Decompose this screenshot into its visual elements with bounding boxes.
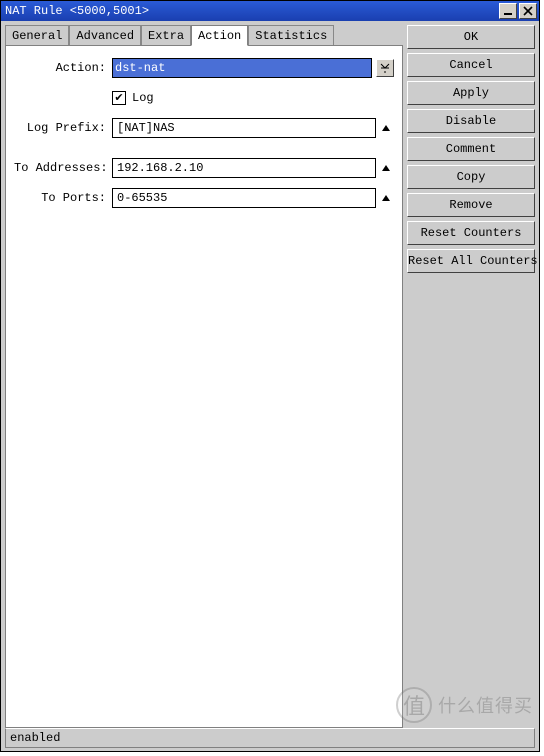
triangle-up-icon: [381, 163, 391, 173]
status-text: enabled: [10, 731, 60, 745]
copy-button[interactable]: Copy: [407, 165, 535, 189]
row-to-addresses: To Addresses:: [14, 158, 394, 178]
client-area: General Advanced Extra Action Statistics…: [1, 21, 539, 728]
window-title: NAT Rule <5000,5001>: [5, 4, 497, 18]
reset-counters-button[interactable]: Reset Counters: [407, 221, 535, 245]
close-icon: [523, 6, 533, 16]
action-combobox[interactable]: dst-nat: [112, 58, 372, 78]
row-log: ✔ Log: [14, 88, 394, 108]
label-log-prefix: Log Prefix:: [14, 121, 112, 135]
ok-button[interactable]: OK: [407, 25, 535, 49]
to-ports-input[interactable]: [112, 188, 376, 208]
tab-panel-action: Action: dst-nat ✔: [5, 45, 403, 728]
tab-extra[interactable]: Extra: [141, 25, 191, 45]
action-value: dst-nat: [115, 61, 371, 75]
label-to-addresses: To Addresses:: [14, 161, 112, 175]
to-ports-toggle[interactable]: [378, 190, 394, 206]
field-log-prefix: [112, 118, 394, 138]
button-column: OK Cancel Apply Disable Comment Copy Rem…: [407, 25, 535, 728]
minimize-icon: [503, 6, 513, 16]
row-action: Action: dst-nat: [14, 58, 394, 78]
titlebar: NAT Rule <5000,5001>: [1, 1, 539, 21]
tab-label: Advanced: [76, 29, 134, 43]
triangle-up-icon: [381, 123, 391, 133]
label-to-ports: To Ports:: [14, 191, 112, 205]
left-pane: General Advanced Extra Action Statistics…: [5, 25, 403, 728]
dialog-window: NAT Rule <5000,5001> General Advanced Ex…: [0, 0, 540, 752]
tab-strip: General Advanced Extra Action Statistics: [5, 25, 403, 45]
chevron-down-icon: [380, 63, 390, 73]
tab-label: Extra: [148, 29, 184, 43]
to-addresses-toggle[interactable]: [378, 160, 394, 176]
label-action: Action:: [14, 61, 112, 75]
field-to-addresses: [112, 158, 394, 178]
row-to-ports: To Ports:: [14, 188, 394, 208]
check-icon: ✔: [114, 93, 123, 104]
action-dropdown-button[interactable]: [376, 59, 394, 77]
apply-button[interactable]: Apply: [407, 81, 535, 105]
remove-button[interactable]: Remove: [407, 193, 535, 217]
row-log-prefix: Log Prefix:: [14, 118, 394, 138]
tab-general[interactable]: General: [5, 25, 69, 45]
tab-advanced[interactable]: Advanced: [69, 25, 141, 45]
tab-label: General: [12, 29, 62, 43]
tab-statistics[interactable]: Statistics: [248, 25, 334, 45]
to-addresses-input[interactable]: [112, 158, 376, 178]
log-checkbox[interactable]: ✔: [112, 91, 126, 105]
close-button[interactable]: [519, 3, 537, 19]
log-label: Log: [132, 91, 154, 105]
spacer: [14, 148, 394, 158]
reset-all-counters-button[interactable]: Reset All Counters: [407, 249, 535, 273]
field-to-ports: [112, 188, 394, 208]
status-bar: enabled: [5, 728, 535, 748]
log-prefix-toggle[interactable]: [378, 120, 394, 136]
tab-action[interactable]: Action: [191, 25, 248, 46]
field-log: ✔ Log: [112, 91, 394, 105]
triangle-up-icon: [381, 193, 391, 203]
cancel-button[interactable]: Cancel: [407, 53, 535, 77]
comment-button[interactable]: Comment: [407, 137, 535, 161]
tab-label: Statistics: [255, 29, 327, 43]
field-action: dst-nat: [112, 58, 394, 78]
disable-button[interactable]: Disable: [407, 109, 535, 133]
tab-label: Action: [198, 29, 241, 43]
log-prefix-input[interactable]: [112, 118, 376, 138]
minimize-button[interactable]: [499, 3, 517, 19]
